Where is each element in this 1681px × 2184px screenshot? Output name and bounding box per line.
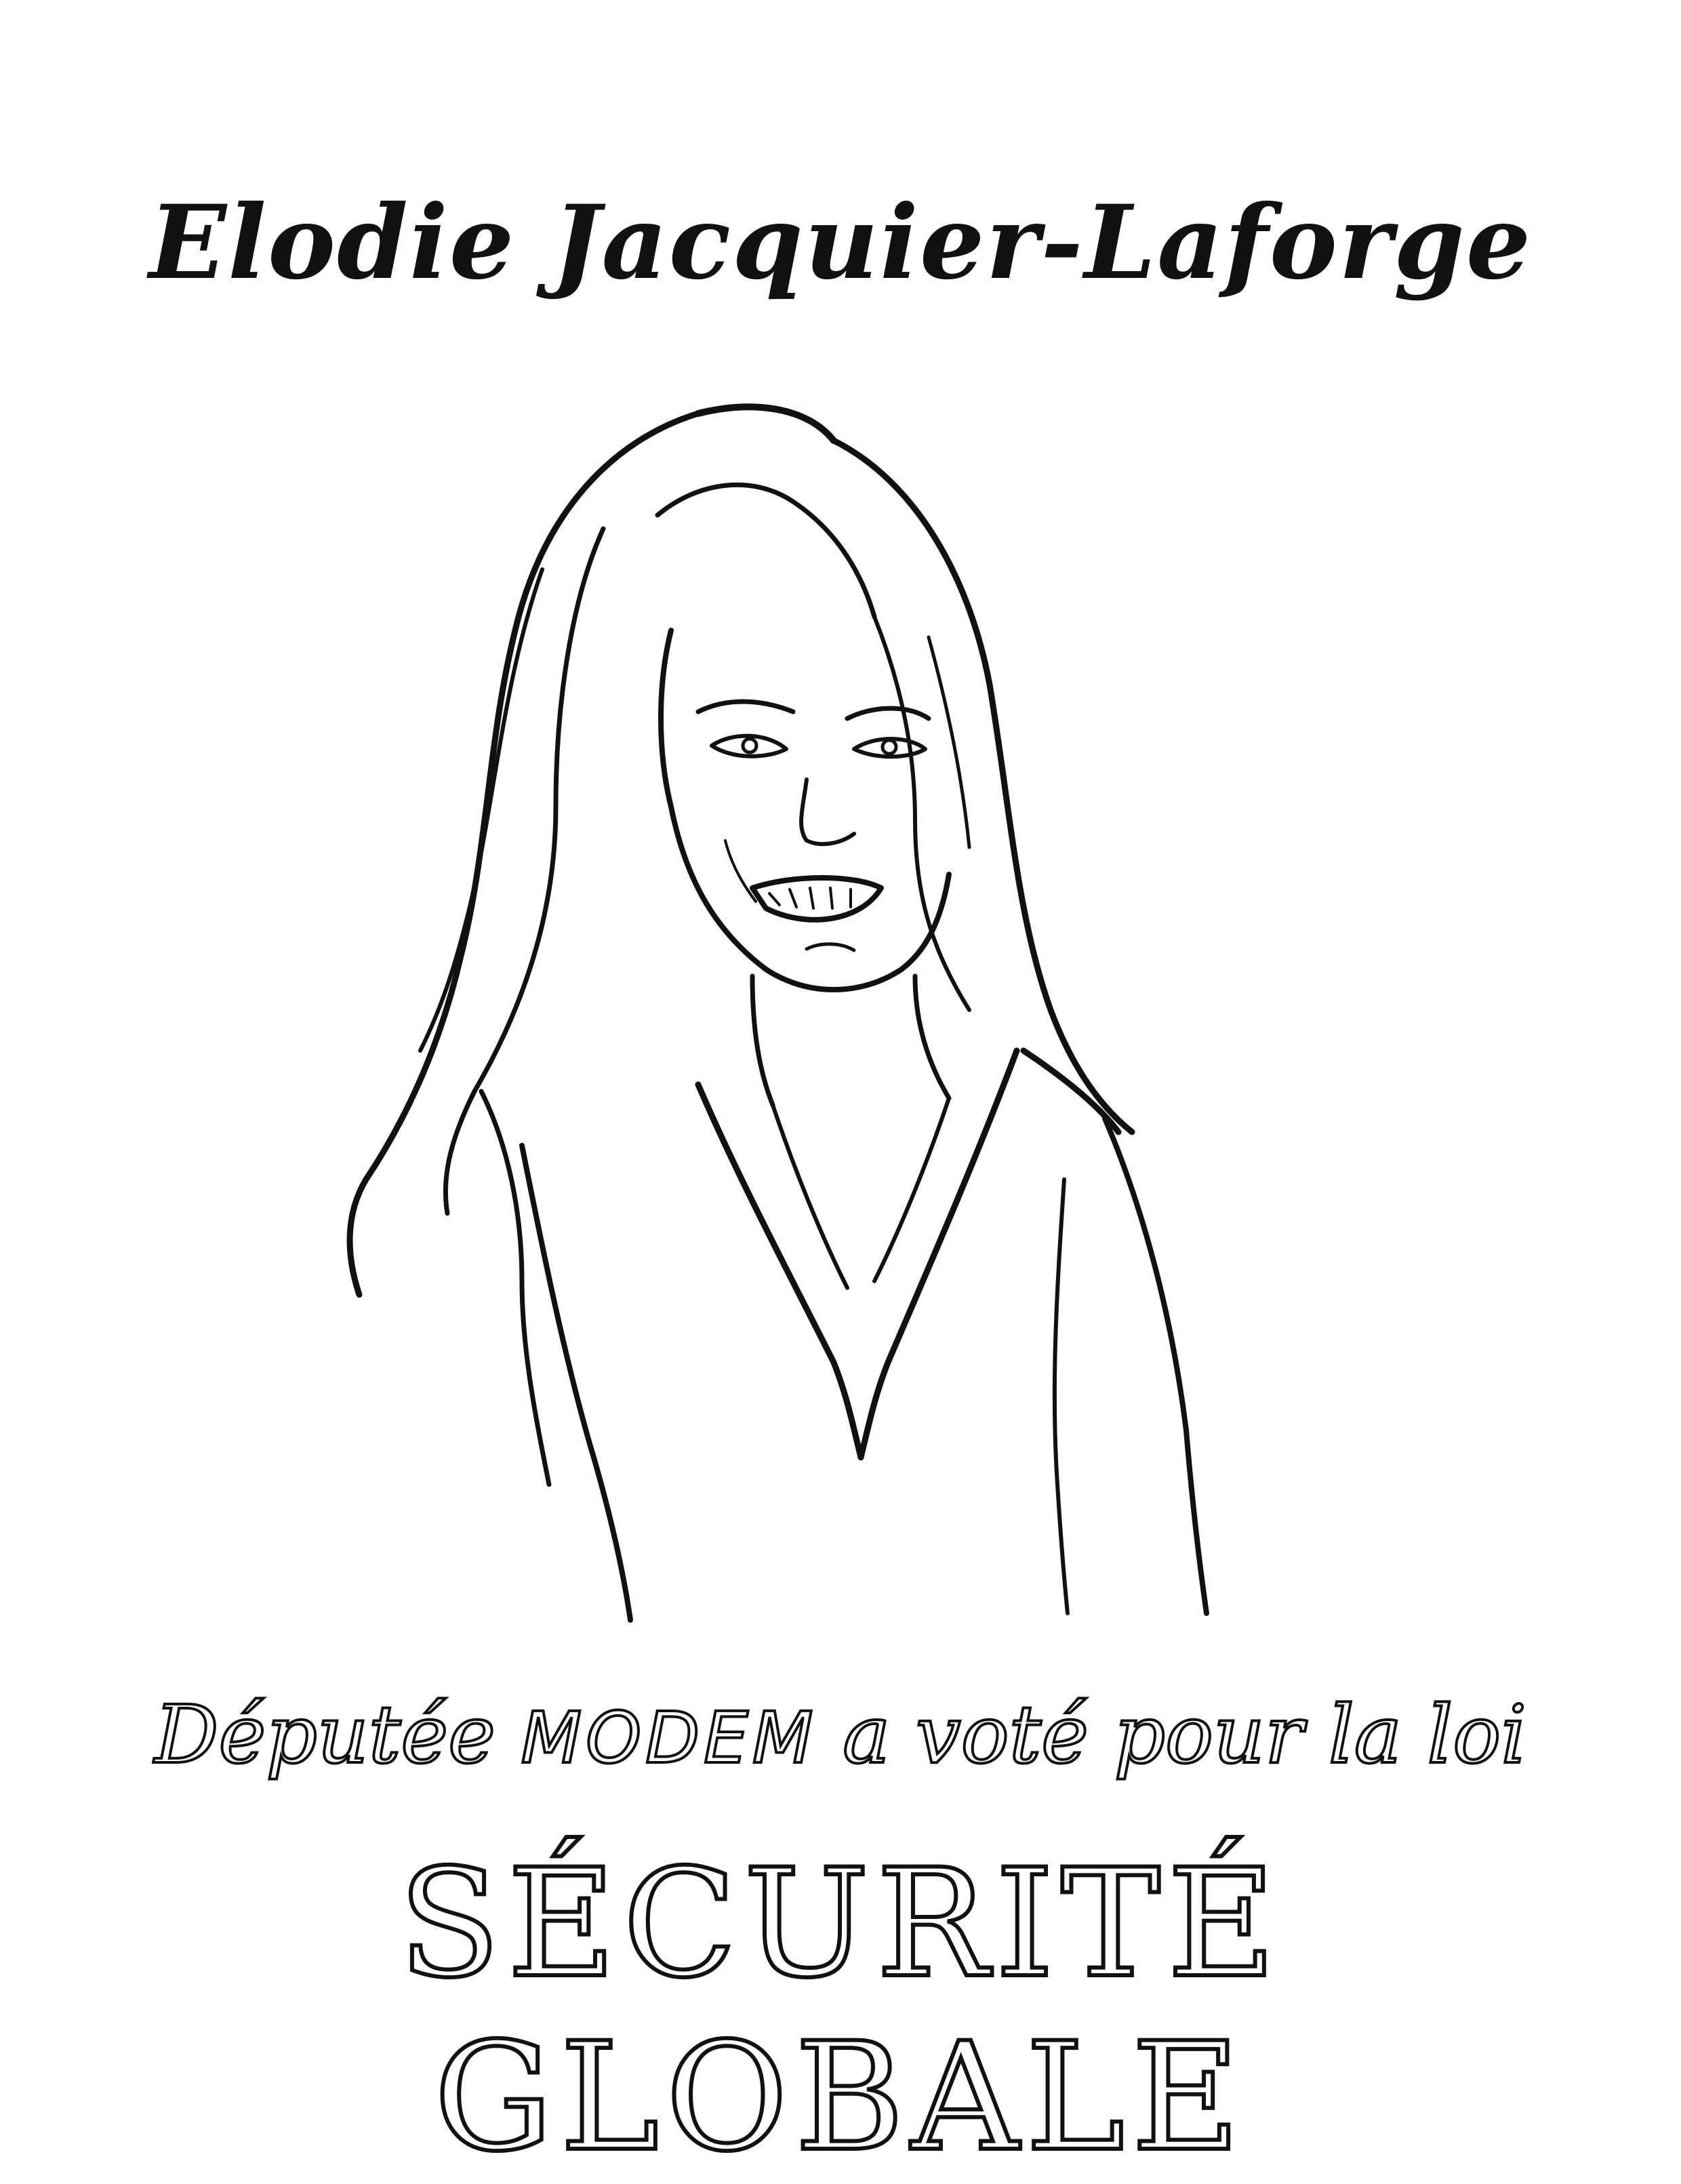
- cheek-line: [724, 839, 757, 903]
- hair-right-outline: [830, 437, 1135, 1135]
- chin: [805, 942, 856, 952]
- hair-parting: [655, 482, 877, 620]
- caption-after: a voté pour la loi: [817, 1686, 1528, 1783]
- hair-right-strand: [927, 635, 971, 849]
- law-name: SÉCURITÉ GLOBALE: [397, 1835, 1283, 2184]
- party-name: MODEM: [519, 1695, 817, 1781]
- left-eyebrow: [695, 699, 796, 714]
- deputy-name: Elodie Jacquier-Laforge: [148, 183, 1533, 302]
- jacket-inner-right: [1052, 1177, 1070, 1615]
- jacket-left-edge: [519, 1143, 633, 1623]
- portrait-illustration: [346, 403, 1209, 1623]
- poster: Elodie Jacquier-Laforge Députée MODEM a …: [0, 0, 1681, 2184]
- caption-line: Députée MODEM a voté pour la loi: [0, 1686, 1681, 1783]
- hair-crown: [695, 403, 837, 444]
- neck-left: [750, 973, 775, 1108]
- left-iris: [741, 737, 758, 754]
- caption-before: Députée: [153, 1686, 521, 1783]
- nose: [799, 777, 856, 847]
- jacket-right-edge: [1102, 1116, 1209, 1616]
- teeth: [768, 887, 852, 910]
- hair-left-strand: [418, 567, 544, 1053]
- neck-right: [912, 973, 952, 1101]
- right-eyebrow: [845, 706, 931, 721]
- hair-over-shoulder: [479, 1089, 552, 1487]
- face-outline: [658, 628, 952, 992]
- right-iris: [880, 738, 898, 756]
- jacket-lapel-left: [695, 1081, 864, 1461]
- jacket-lapel-right: [857, 1047, 1020, 1461]
- mouth: [750, 875, 884, 923]
